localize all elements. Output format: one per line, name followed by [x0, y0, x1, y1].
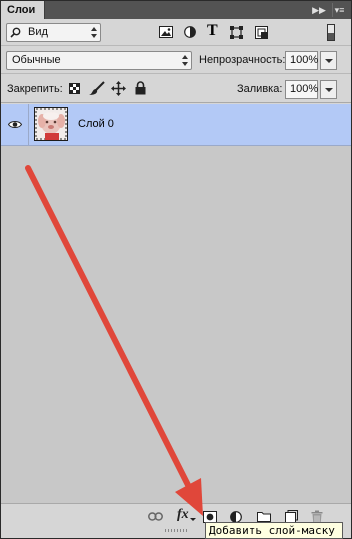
collapse-icon[interactable]: ▶▶ [312, 3, 326, 17]
visibility-toggle[interactable] [1, 104, 29, 146]
blend-row: Обычные Непрозрачность: 100% [1, 47, 351, 74]
lock-all-icon[interactable] [135, 81, 146, 95]
layer-thumbnail[interactable] [34, 107, 68, 141]
tab-layers[interactable]: Слои [1, 1, 45, 19]
layer-style-fx-button[interactable]: fx [177, 507, 189, 523]
fill-dropdown[interactable] [320, 80, 337, 99]
smart-object-filter-icon[interactable] [255, 26, 268, 39]
search-icon [10, 27, 21, 38]
chevron-updown-icon [91, 26, 97, 39]
lock-transparent-pixels-icon[interactable] [69, 83, 80, 94]
filter-kind-label: Вид [28, 26, 48, 38]
panel-titlebar: Слои ▶▶ ▾≡ [1, 1, 351, 19]
blend-mode-value: Обычные [12, 54, 61, 66]
new-group-folder-icon[interactable] [257, 511, 271, 522]
image-filter-icon[interactable] [159, 26, 173, 38]
fx-dropdown-icon [190, 518, 196, 521]
opacity-label: Непрозрачность: [199, 54, 286, 66]
type-filter-icon[interactable]: T [207, 22, 218, 40]
lock-row: Закрепить: Заливка: 100% [1, 75, 351, 103]
eye-icon [8, 121, 22, 128]
tooltip: Добавить слой-маску [205, 522, 343, 539]
opacity-dropdown[interactable] [320, 51, 337, 70]
layers-panel: Слои ▶▶ ▾≡ Вид T Обычные Непрозрачность:… [0, 0, 352, 539]
layer-name[interactable]: Слой 0 [78, 118, 114, 130]
lock-image-pixels-brush-icon[interactable] [89, 81, 105, 96]
shape-filter-icon[interactable] [230, 26, 243, 39]
filter-row: Вид T [1, 19, 351, 46]
adjustment-filter-icon[interactable] [184, 26, 196, 38]
lock-position-move-icon[interactable] [111, 81, 126, 96]
fill-input[interactable]: 100% [285, 80, 318, 99]
blend-mode-select[interactable]: Обычные [6, 51, 192, 70]
chevron-updown-icon [182, 54, 188, 67]
layers-list: Слой 0 [1, 104, 351, 503]
fill-label: Заливка: [237, 83, 283, 95]
layer-row[interactable]: Слой 0 [1, 104, 351, 146]
layer-thumbnail-image [35, 108, 67, 140]
filter-toggle-switch[interactable] [327, 24, 335, 41]
resize-grip[interactable] [165, 528, 187, 533]
filter-kind-select[interactable]: Вид [6, 23, 101, 42]
opacity-input[interactable]: 100% [285, 51, 318, 70]
link-layers-icon[interactable] [148, 512, 163, 521]
lock-label: Закрепить: [7, 83, 63, 95]
panel-menu-icon[interactable]: ▾≡ [332, 3, 346, 17]
